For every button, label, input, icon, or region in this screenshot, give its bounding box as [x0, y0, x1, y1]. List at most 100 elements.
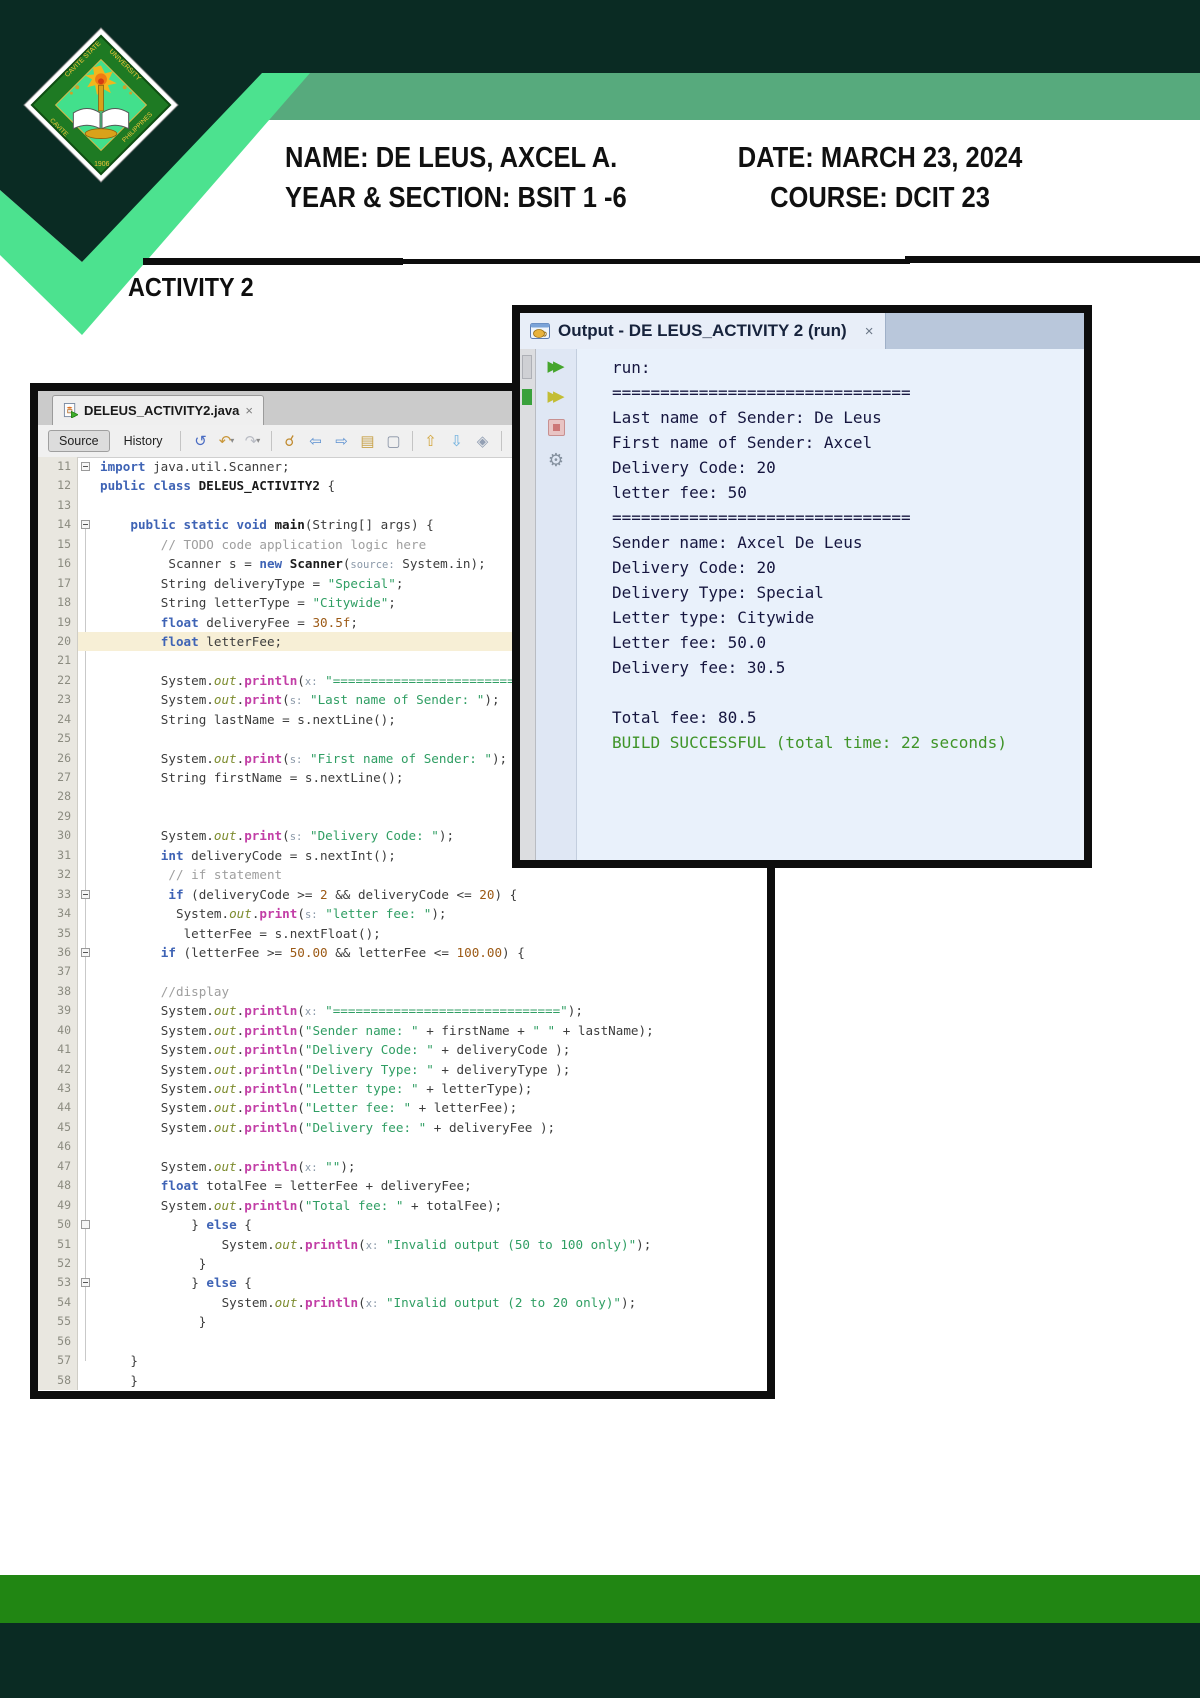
toggle-highlight-icon[interactable]: ▤	[357, 430, 379, 452]
code-fold-collapse-icon[interactable]	[81, 462, 90, 471]
fold-column	[78, 690, 94, 709]
line-number: 24	[38, 709, 78, 730]
output-line: ===============================	[612, 508, 911, 527]
find-previous-icon[interactable]: ⇦	[305, 430, 327, 452]
seal-year: 1906	[94, 161, 110, 168]
previous-bookmark-icon[interactable]: ⇧	[420, 430, 442, 452]
code-line: 46	[38, 1137, 767, 1157]
output-line: Total fee: 80.5	[612, 708, 757, 727]
back-icon[interactable]: ↶ ▾	[216, 430, 238, 452]
course-line: COURSE: DCIT 23	[770, 182, 990, 214]
code-text: if (deliveryCode >= 2 && deliveryCode <=…	[168, 886, 518, 902]
code-fold-collapse-icon[interactable]	[81, 520, 90, 530]
fold-column	[78, 535, 94, 554]
fold-column	[78, 613, 94, 632]
code-line: 57}	[38, 1351, 767, 1371]
line-number: 17	[38, 573, 78, 594]
editor-tab-close-icon[interactable]: ×	[245, 403, 253, 418]
rectangular-selection-icon[interactable]: ▢	[383, 430, 405, 452]
toolbar-separator	[500, 431, 502, 451]
fold-column	[78, 671, 94, 690]
line-number: 27	[38, 768, 78, 788]
output-close-icon[interactable]: ×	[865, 323, 874, 340]
fold-column	[78, 807, 94, 826]
fold-column	[78, 982, 94, 1001]
line-number: 30	[38, 826, 78, 846]
code-line: 42 System.out.println("Delivery Type: " +…	[38, 1059, 767, 1079]
code-line: 44 System.out.println("Letter fee: " + le…	[38, 1098, 767, 1118]
code-line: 52}	[38, 1253, 767, 1274]
line-number: 51	[38, 1234, 78, 1254]
fold-column	[78, 865, 94, 884]
line-number: 28	[38, 787, 78, 807]
rerun-with-different-params-icon[interactable]: ▶▶	[547, 389, 564, 404]
code-text: }	[198, 1314, 207, 1330]
code-line: 50} else {	[38, 1215, 767, 1235]
run-settings-icon[interactable]: ⚙	[548, 451, 564, 469]
output-line: Delivery Code: 20	[612, 458, 776, 477]
output-title-bar: Output - DE LEUS_ACTIVITY 2 (run) ×	[520, 313, 1084, 349]
fold-column	[78, 593, 94, 612]
code-line: 51 System.out.println(x: "Invalid output …	[38, 1234, 767, 1254]
line-number: 12	[38, 476, 78, 496]
code-line: 54 System.out.println(x: "Invalid output …	[38, 1292, 767, 1313]
output-line: First name of Sender: Axcel	[612, 433, 873, 452]
line-number: 25	[38, 729, 78, 749]
code-fold-box-icon[interactable]	[81, 1220, 90, 1230]
fold-column	[78, 924, 94, 943]
line-number: 48	[38, 1176, 78, 1196]
output-console: run: =============================== Last …	[577, 349, 1084, 860]
forward-icon[interactable]: ↷ ▾	[242, 430, 264, 452]
find-next-icon[interactable]: ⇨	[331, 430, 353, 452]
source-view-button[interactable]: Source	[48, 430, 110, 452]
toggle-bookmark-icon[interactable]: ◈	[472, 430, 494, 452]
history-view-button[interactable]: History	[116, 431, 171, 451]
output-title: Output - DE LEUS_ACTIVITY 2 (run)	[558, 321, 847, 340]
output-line: Last name of Sender: De Leus	[612, 408, 882, 427]
output-line: Letter type: Citywide	[612, 608, 815, 627]
rerun-icon[interactable]: ▶▶	[547, 359, 564, 374]
fold-column	[78, 1235, 94, 1254]
fold-column	[78, 1040, 94, 1059]
code-fold-collapse-icon[interactable]	[81, 1278, 90, 1288]
last-edit-position-icon[interactable]: ↺	[190, 430, 212, 452]
fold-column	[78, 962, 94, 981]
fold-column	[78, 554, 94, 573]
student-info-block: NAME: DE LEUS, AXCEL A. YEAR & SECTION: …	[285, 138, 673, 218]
line-number: 37	[38, 962, 78, 982]
line-number: 11	[38, 457, 78, 477]
fold-column	[78, 1293, 94, 1312]
year-section: YEAR & SECTION: BSIT 1 -6	[285, 182, 627, 214]
editor-tab[interactable]: DELEUS_ACTIVITY2.java ×	[52, 395, 264, 425]
code-line: 41 System.out.println("Delivery Code: " +…	[38, 1040, 767, 1060]
fold-column	[78, 1060, 94, 1079]
stop-icon[interactable]	[547, 419, 565, 436]
code-fold-collapse-icon[interactable]	[81, 947, 90, 957]
line-number: 43	[38, 1079, 78, 1099]
java-file-icon	[63, 403, 78, 418]
line-number: 19	[38, 612, 78, 632]
output-body: ▶▶ ▶▶ ⚙ run: ==============================…	[520, 349, 1084, 860]
next-bookmark-icon[interactable]: ⇩	[446, 430, 468, 452]
line-number: 22	[38, 670, 78, 691]
output-line: Sender name: Axcel De Leus	[612, 533, 863, 552]
output-line: Letter fee: 50.0	[612, 633, 767, 652]
find-selection-icon[interactable]: ☌	[279, 430, 301, 452]
line-number: 49	[38, 1195, 78, 1216]
code-fold-collapse-icon[interactable]	[81, 889, 90, 899]
output-tab[interactable]: Output - DE LEUS_ACTIVITY 2 (run) ×	[520, 313, 886, 349]
university-seal: CAVITE STATE UNIVERSITY CAVITE PHILIPPIN…	[23, 27, 179, 183]
code-text: letterFee = s.nextFloat();	[183, 925, 381, 941]
fold-column	[78, 1196, 94, 1215]
line-number: 33	[38, 884, 78, 905]
line-number: 45	[38, 1117, 78, 1138]
fold-column	[78, 1001, 94, 1020]
output-window-icon	[530, 322, 550, 339]
code-line: 33 if (deliveryCode >= 2 && deliveryCode …	[38, 884, 767, 905]
line-number: 20	[38, 631, 78, 652]
code-line: 58}	[38, 1370, 767, 1390]
code-text: }	[198, 1255, 207, 1271]
fold-column	[78, 885, 94, 904]
